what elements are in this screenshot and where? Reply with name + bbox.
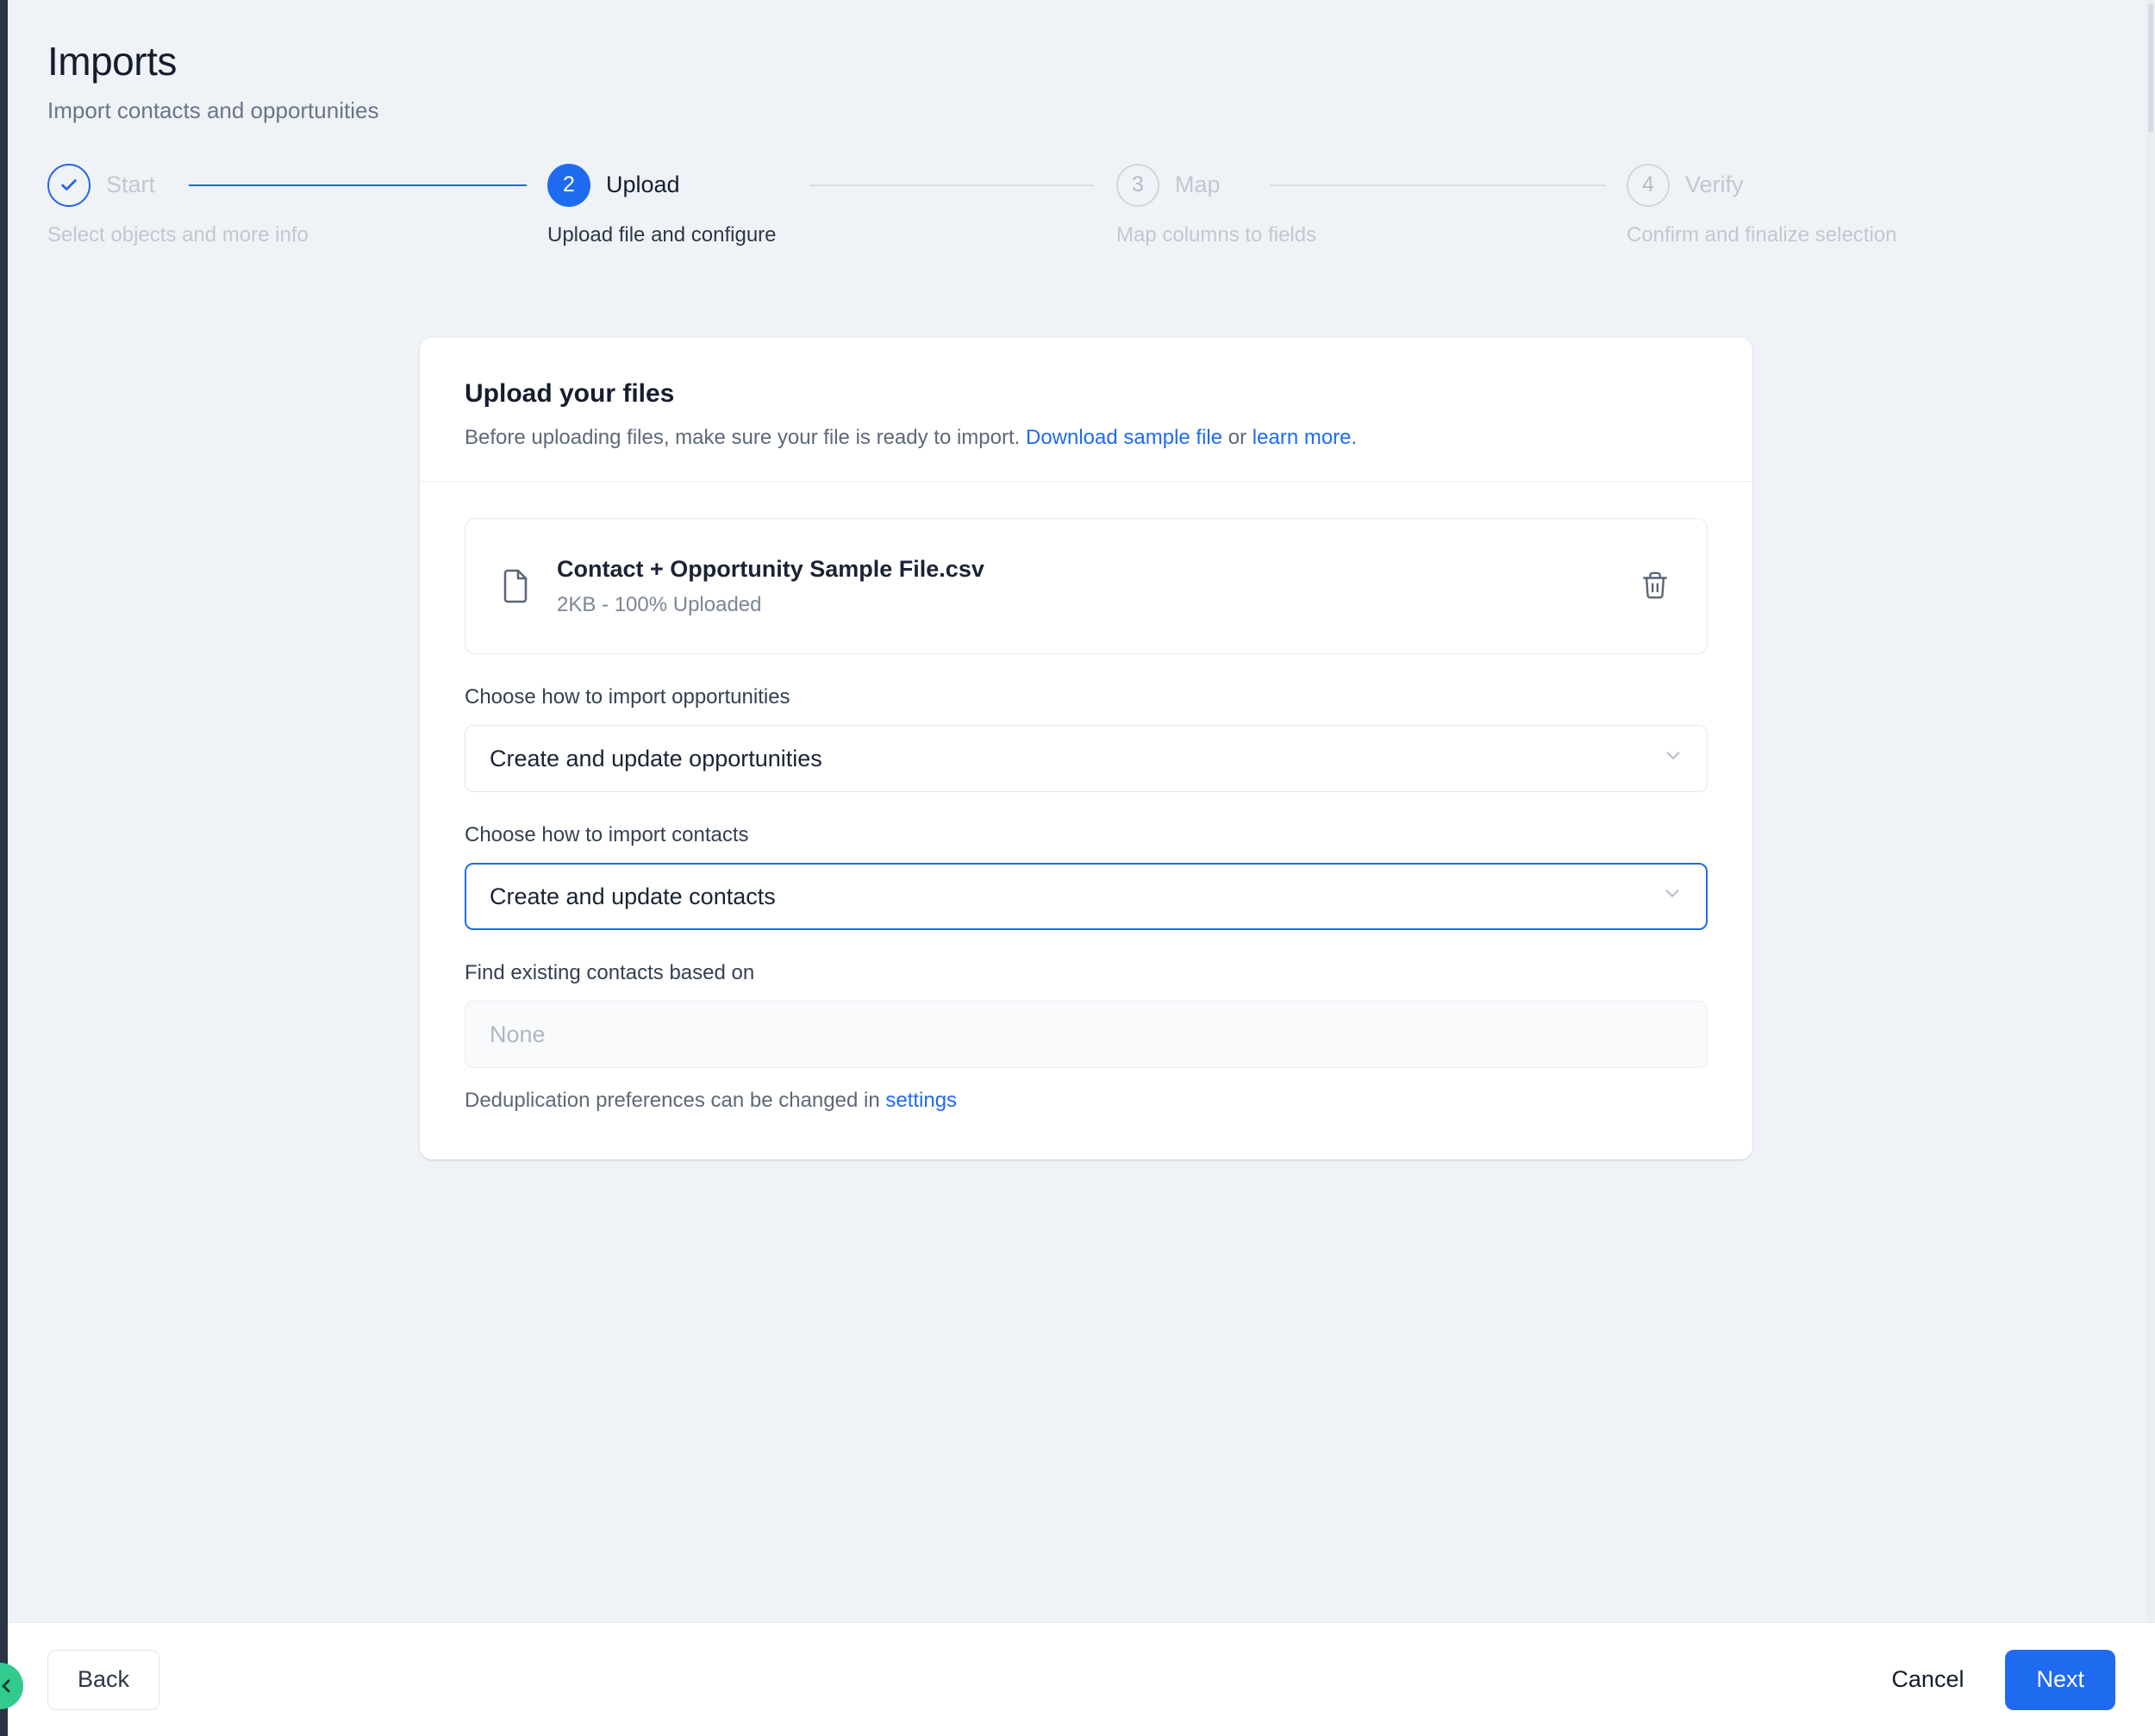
chevron-down-icon <box>1661 883 1683 911</box>
import-opportunities-select[interactable]: Create and update opportunities <box>465 725 1708 793</box>
find-existing-contacts-select-value: None <box>490 1021 546 1047</box>
stepper-step-map-bubble: 3 <box>1116 163 1159 207</box>
stepper-step-map-label: Map <box>1175 172 1221 198</box>
stepper-step-start-bubble <box>47 163 91 207</box>
dedup-helper-label: Deduplication preferences can be changed… <box>465 1089 880 1113</box>
next-button[interactable]: Next <box>2005 1649 2115 1710</box>
stepper-step-upload-desc: Upload file and configure <box>547 222 777 247</box>
chevron-down-icon <box>1662 745 1684 773</box>
settings-link[interactable]: settings <box>885 1089 957 1112</box>
uploaded-file-meta: Contact + Opportunity Sample File.csv 2K… <box>557 556 1633 617</box>
field-import-contacts: Choose how to import contacts Create and… <box>465 823 1708 931</box>
back-button[interactable]: Back <box>47 1649 160 1710</box>
wizard-footer: Back Cancel Next <box>8 1622 2155 1736</box>
upload-card-subtitle-text: Before uploading files, make sure your f… <box>465 426 1021 449</box>
dedup-helper-text: Deduplication preferences can be changed… <box>465 1089 1708 1113</box>
upload-card-title: Upload your files <box>465 379 675 408</box>
stepper-step-verify-bubble: 4 <box>1627 163 1670 207</box>
import-opportunities-select-value: Create and update opportunities <box>490 745 822 771</box>
page-scroll-region: Imports Import contacts and opportunitie… <box>8 0 2155 1622</box>
field-find-existing-contacts: Find existing contacts based on None Ded… <box>465 961 1708 1113</box>
stepper-step-upload-bubble: 2 <box>547 163 590 207</box>
upload-card-body: Contact + Opportunity Sample File.csv 2K… <box>420 482 1752 1113</box>
stepper-step-map-desc: Map columns to fields <box>1116 222 1317 247</box>
page-scrollbar-thumb[interactable] <box>2148 3 2153 133</box>
left-nav-rail <box>0 0 8 1736</box>
stepper-step-map[interactable]: 3 Map Map columns to fields <box>1116 163 1316 247</box>
uploaded-file-row: Contact + Opportunity Sample File.csv 2K… <box>465 518 1708 655</box>
uploaded-file-status: 2KB - 100% Uploaded <box>557 592 762 616</box>
find-existing-contacts-select[interactable]: None <box>465 1001 1708 1069</box>
import-stepper: Start Select objects and more info 2 Upl… <box>47 163 2073 258</box>
download-sample-file-link[interactable]: Download sample file <box>1026 426 1222 449</box>
cancel-button[interactable]: Cancel <box>1879 1666 1976 1693</box>
stepper-step-upload-label: Upload <box>606 172 680 198</box>
upload-card: Upload your files Before uploading files… <box>420 338 1752 1159</box>
stepper-step-verify-label: Verify <box>1685 172 1744 198</box>
stepper-step-start-desc: Select objects and more info <box>47 222 309 247</box>
stepper-connector-3 <box>1270 184 1606 186</box>
upload-card-subtitle-period: . <box>1351 426 1358 449</box>
upload-card-header: Upload your files Before uploading files… <box>420 338 1752 481</box>
field-import-contacts-label: Choose how to import contacts <box>465 823 749 847</box>
field-find-existing-contacts-label: Find existing contacts based on <box>465 961 755 985</box>
learn-more-link[interactable]: learn more <box>1252 426 1352 449</box>
upload-card-subtitle: Before uploading files, make sure your f… <box>465 424 1708 452</box>
file-icon <box>500 567 531 605</box>
stepper-step-verify-desc: Confirm and finalize selection <box>1627 222 1897 247</box>
chevron-left-icon <box>0 1676 16 1696</box>
upload-card-subtitle-or: or <box>1227 426 1247 449</box>
stepper-step-verify[interactable]: 4 Verify Confirm and finalize selection <box>1627 163 1897 247</box>
stepper-connector-2 <box>809 184 1094 186</box>
uploaded-file-name: Contact + Opportunity Sample File.csv <box>557 555 984 582</box>
trash-icon <box>1640 571 1670 603</box>
field-import-opportunities-label: Choose how to import opportunities <box>465 685 790 709</box>
import-contacts-select[interactable]: Create and update contacts <box>465 863 1708 931</box>
stepper-step-start[interactable]: Start Select objects and more info <box>47 163 309 247</box>
page-title: Imports <box>47 39 177 84</box>
page-scrollbar[interactable] <box>2146 0 2155 1622</box>
stepper-step-upload[interactable]: 2 Upload Upload file and configure <box>547 163 777 247</box>
field-import-opportunities: Choose how to import opportunities Creat… <box>465 685 1708 793</box>
import-contacts-select-value: Create and update contacts <box>490 883 776 909</box>
delete-file-button[interactable] <box>1633 564 1677 609</box>
page-subtitle: Import contacts and opportunities <box>47 97 379 123</box>
page-header: Imports Import contacts and opportunitie… <box>8 0 2155 124</box>
stepper-step-start-label: Start <box>106 172 156 198</box>
